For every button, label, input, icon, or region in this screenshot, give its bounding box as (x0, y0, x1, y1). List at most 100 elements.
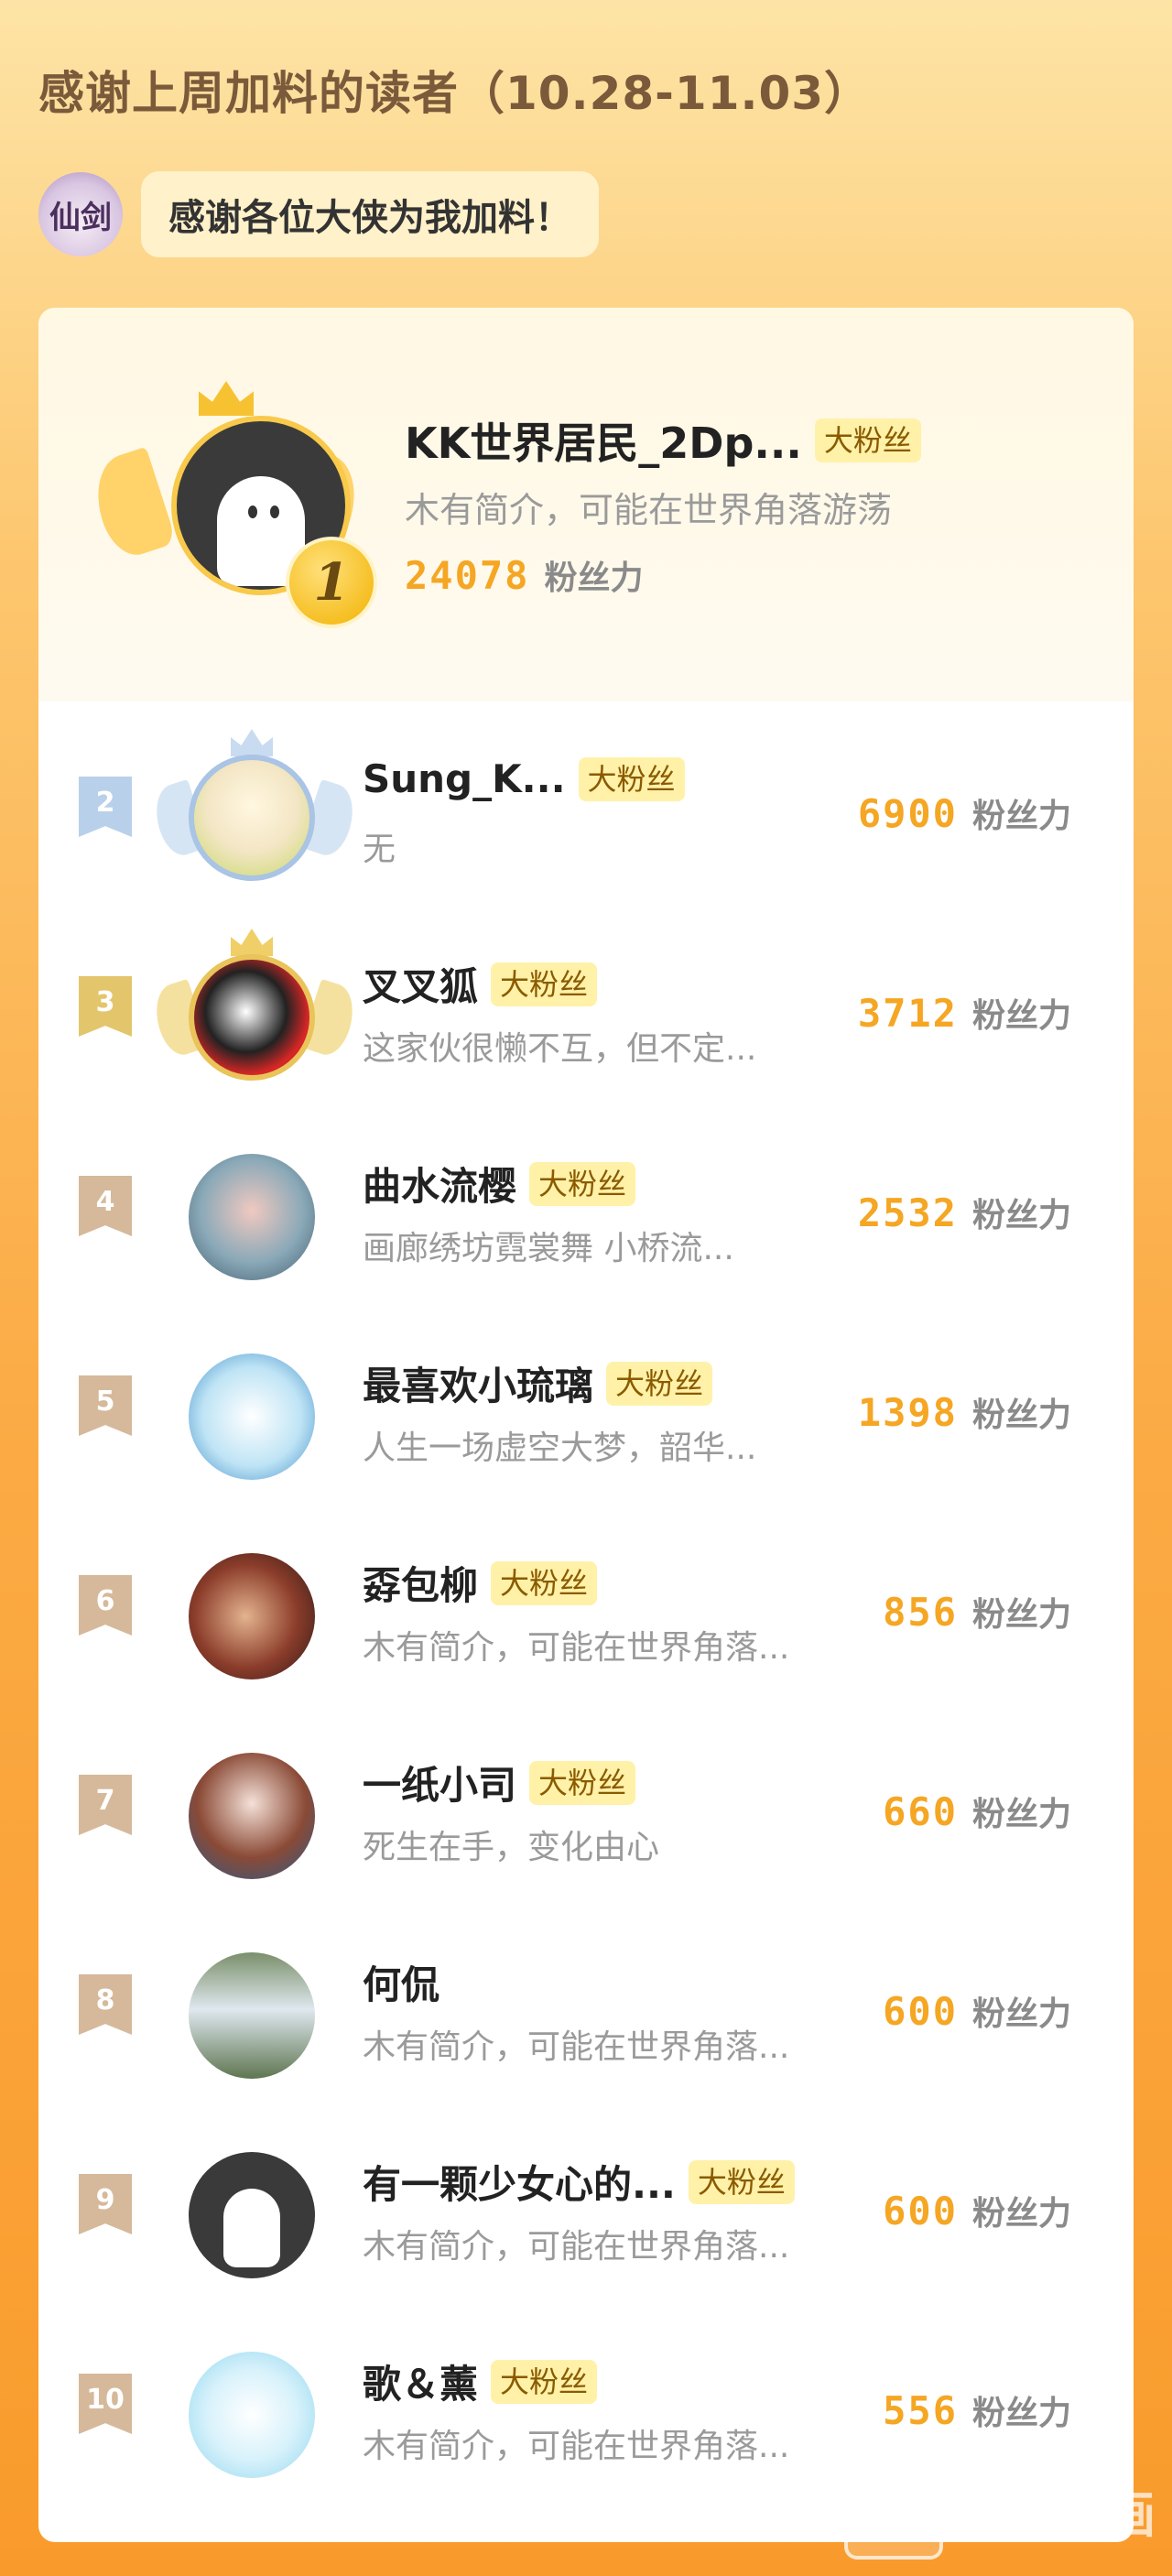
wing-left-icon (84, 446, 178, 563)
score-unit: 粉丝力 (971, 1197, 1071, 1234)
table-row[interactable]: 3 叉叉狐 大粉丝这家伙很懒不互，但不定... 3712 粉丝力 (38, 901, 1134, 1084)
ghost-eye-icon (248, 505, 257, 518)
fan-name-row: 曲水流樱 大粉丝 (363, 1156, 636, 1212)
score-value: 1398 (857, 1390, 958, 1435)
fan-name-row: 孬包柳 大粉丝 (363, 1555, 598, 1611)
fan-score: 556 粉丝力 (883, 2386, 1071, 2434)
fan-name-row: 歌＆薰 大粉丝 (363, 2353, 598, 2409)
table-row[interactable]: 2 Sung_K... 大粉丝无 6900 粉丝力 (38, 701, 1134, 885)
fan-score: 1398 粉丝力 (858, 1388, 1071, 1436)
score-value: 600 (883, 1989, 958, 2034)
table-row[interactable]: 10 歌＆薰 大粉丝木有简介，可能在世界角落... 556 粉丝力 (38, 2299, 1134, 2482)
fan-name-row: 有一颗少女心的... 大粉丝 (363, 2154, 795, 2210)
score-unit: 粉丝力 (544, 560, 644, 597)
fan-score: 600 粉丝力 (883, 1987, 1071, 2035)
score-unit: 粉丝力 (971, 997, 1071, 1035)
table-row[interactable]: 7 一纸小司 大粉丝 死生在手，变化由心 660 粉丝力 (38, 1700, 1134, 1883)
ghost-avatar[interactable] (189, 2152, 315, 2278)
rank-badge: 7 (79, 1775, 132, 1835)
score-value: 600 (883, 2189, 958, 2234)
top-fan-avatar-frame: 1 (84, 381, 377, 628)
table-row[interactable]: 5 最喜欢小琉璃 大粉丝人生一场虚空大梦，韶华... 1398 粉丝力 (38, 1300, 1134, 1484)
cosplay-avatar[interactable] (189, 1753, 315, 1879)
fairy-avatar[interactable] (189, 1154, 315, 1280)
top-fan-name-row: KK世界居民_2Dp... 大粉丝 (405, 410, 921, 471)
score-unit: 粉丝力 (971, 1796, 1071, 1833)
kuaikan-logo-icon: 快看! (844, 2461, 943, 2560)
table-row[interactable]: 9 有一颗少女心的... 大粉丝木有简介，可能在世界角落... 600 粉丝力 (38, 2099, 1134, 2282)
score-unit: 粉丝力 (971, 798, 1071, 835)
fan-tag-badge: 大粉丝 (814, 418, 921, 462)
rank-badge: 8 (79, 1974, 132, 2035)
fan-desc: 无 (363, 831, 396, 868)
score-value: 24078 (405, 553, 530, 598)
score-value: 6900 (857, 791, 958, 836)
score-value: 3712 (857, 991, 958, 1036)
fan-name[interactable]: 歌＆薰 (363, 2353, 478, 2409)
score-unit: 粉丝力 (971, 1995, 1071, 2033)
fan-tag-badge: 大粉丝 (529, 1760, 636, 1805)
fox-mask-avatar[interactable] (189, 954, 315, 1081)
fan-tag-badge: 大粉丝 (529, 1161, 636, 1206)
rank-badge: 4 (79, 1176, 132, 1236)
score-value: 2532 (857, 1190, 958, 1235)
fan-tag-badge: 大粉丝 (578, 756, 685, 801)
watermark: 快看! 快看漫画 (844, 2461, 1156, 2560)
fan-desc: 这家伙很懒不互，但不定... (363, 1030, 757, 1068)
waterfall-avatar[interactable] (189, 1952, 315, 2079)
page-title: 感谢上周加料的读者（10.28-11.03） (38, 67, 872, 120)
fan-tag-badge: 大粉丝 (491, 962, 598, 1006)
rank-badge: 9 (79, 2174, 132, 2234)
girl-sketch-avatar[interactable] (189, 755, 315, 881)
table-row[interactable]: 6 孬包柳 大粉丝 木有简介，可能在世界角落... 856 粉丝力 (38, 1500, 1134, 1683)
top-fan-name[interactable]: KK世界居民_2Dp... (405, 410, 802, 471)
fan-ranking-card: 1 KK世界居民_2Dp... 大粉丝 木有简介，可能在世界角落游荡 24078… (38, 308, 1134, 2542)
rank-badge: 2 (79, 777, 132, 837)
fan-score: 2532 粉丝力 (858, 1189, 1071, 1236)
fan-tag-badge: 大粉丝 (491, 1560, 598, 1605)
redhair-avatar[interactable] (189, 1553, 315, 1679)
rank-badge: 6 (79, 1575, 132, 1636)
score-unit: 粉丝力 (971, 2395, 1071, 2432)
top-fan-section[interactable]: 1 KK世界居民_2Dp... 大粉丝 木有简介，可能在世界角落游荡 24078… (38, 308, 1134, 701)
fan-desc: 木有简介，可能在世界角落... (363, 1629, 790, 1667)
score-value: 660 (883, 1789, 958, 1834)
crown-icon (231, 929, 273, 956)
fan-name[interactable]: 最喜欢小琉璃 (363, 1355, 593, 1411)
message-bubble: 感谢各位大侠为我加料！ (141, 171, 599, 257)
bunny-girl-avatar[interactable] (189, 1353, 315, 1480)
score-value: 556 (883, 2388, 958, 2433)
fan-name-row: Sung_K... 大粉丝 (363, 756, 685, 801)
rank-badge: 5 (79, 1375, 132, 1436)
crown-icon (199, 381, 254, 416)
fan-name-row: 最喜欢小琉璃 大粉丝 (363, 1355, 713, 1411)
ghost-eye-icon (270, 505, 279, 518)
fan-name[interactable]: 一纸小司 (363, 1755, 516, 1810)
rank-badge: 3 (79, 976, 132, 1037)
icecream-avatar[interactable] (189, 2352, 315, 2478)
fan-desc: 木有简介，可能在世界角落... (363, 2028, 790, 2066)
fan-name[interactable]: 何侃 (363, 1954, 440, 2010)
table-row[interactable]: 4 曲水流樱 大粉丝 画廊绣坊霓裳舞 小桥流... 2532 粉丝力 (38, 1101, 1134, 1284)
fan-tag-badge: 大粉丝 (606, 1361, 713, 1406)
fan-desc: 木有简介，可能在世界角落... (363, 2428, 790, 2465)
score-value: 856 (883, 1590, 958, 1635)
fan-score: 3712 粉丝力 (858, 989, 1071, 1037)
rank-badge: 10 (79, 2374, 132, 2434)
fan-name-row: 一纸小司 大粉丝 (363, 1755, 636, 1810)
fan-score: 6900 粉丝力 (858, 789, 1071, 837)
fan-score: 600 粉丝力 (883, 2187, 1071, 2234)
fan-desc: 木有简介，可能在世界角落... (363, 2228, 790, 2266)
fan-name[interactable]: 叉叉狐 (363, 956, 478, 1012)
author-avatar[interactable]: 仙剑 (38, 172, 123, 256)
fan-name[interactable]: 有一颗少女心的... (363, 2154, 676, 2210)
fan-name[interactable]: Sung_K... (363, 756, 566, 801)
fan-desc: 人生一场虚空大梦，韶华... (363, 1429, 757, 1467)
table-row[interactable]: 8 何侃木有简介，可能在世界角落... 600 粉丝力 (38, 1899, 1134, 2082)
fan-score: 660 粉丝力 (883, 1788, 1071, 1835)
fan-name-row: 叉叉狐 大粉丝 (363, 956, 598, 1012)
fan-tag-badge: 大粉丝 (688, 2159, 795, 2204)
fan-name[interactable]: 孬包柳 (363, 1555, 478, 1611)
fan-name[interactable]: 曲水流樱 (363, 1156, 516, 1212)
fan-tag-badge: 大粉丝 (491, 2359, 598, 2404)
